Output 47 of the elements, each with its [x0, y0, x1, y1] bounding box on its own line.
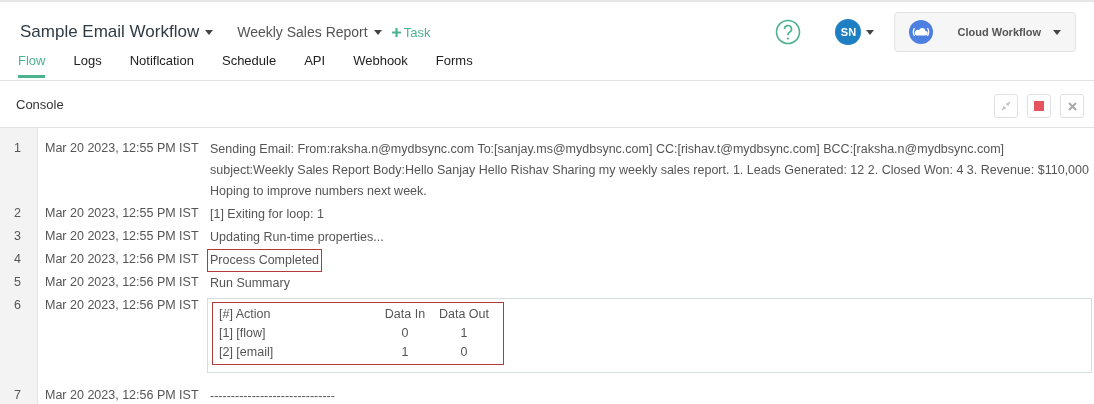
table-cell-text: [1] [flow] [219, 325, 267, 342]
collapse-icon [1001, 101, 1011, 111]
column-header: [#] Action [219, 306, 272, 323]
log-message: Updating Run-time properties... [209, 229, 385, 246]
tab[interactable]: Webhook [353, 53, 408, 78]
line-number: 3 [13, 228, 22, 245]
table-cell-text: 1 [400, 344, 410, 361]
console-title: Console [16, 96, 64, 112]
column-header: Data In [383, 306, 427, 323]
log-message: [1] Exiting for loop: 1 [209, 206, 325, 223]
line-number: 4 [13, 251, 22, 268]
close-button[interactable] [1060, 94, 1084, 118]
log-message: Sending Email: From:raksha.n@mydbsync.com To:[sanjay.ms@mydbsync.com] CC:[rishav.t@mydbsync.com] BCC:[raksha.n@mydbsync.com] subject:Weekly Sales Report Body:Hello Sanjay Hello Rishav Sharing my weekly sales report. 1. Leads Generated: 12 2. Closed Won: 4 3. Revenue: $110,000 Hoping to improve numbers next week. [209, 141, 1090, 200]
tab[interactable]: Logs [73, 53, 102, 78]
tab[interactable]: API [304, 53, 326, 78]
plus-icon [391, 27, 401, 37]
log-time: Mar 20 2023, 12:55 PM IST [45, 205, 200, 222]
close-icon [1067, 101, 1077, 111]
process-dropdown[interactable]: Weekly Sales Report [237, 24, 382, 40]
line-number: 1 [13, 140, 22, 157]
table-cell-text: 1 [459, 325, 469, 342]
tab[interactable]: Schedule [221, 53, 277, 78]
table-cell-text: 0 [400, 325, 410, 342]
log-time: Mar 20 2023, 12:55 PM IST [45, 140, 200, 157]
line-number: 2 [13, 205, 22, 222]
line-number: 7 [13, 387, 22, 404]
line-number: 5 [13, 274, 22, 291]
log-time: Mar 20 2023, 12:56 PM IST [45, 387, 200, 404]
cloud-logo-icon [909, 20, 934, 44]
log-time: Mar 20 2023, 12:55 PM IST [45, 228, 200, 245]
collapse-button[interactable] [994, 94, 1018, 118]
account-dropdown[interactable]: Cloud Workflow [894, 12, 1076, 52]
log-message: Process Completed [207, 249, 323, 272]
log-time: Mar 20 2023, 12:56 PM IST [45, 297, 200, 314]
table-cell-text: 0 [459, 344, 469, 361]
column-header: Data Out [438, 306, 490, 323]
tab[interactable]: Forms [435, 53, 473, 78]
help-icon[interactable] [775, 19, 802, 45]
line-number: 6 [13, 297, 22, 314]
tab[interactable]: Notiflcation [129, 53, 194, 78]
log-message: ------------------------------ [209, 388, 336, 404]
table-cell-text: [2] [email] [219, 344, 275, 361]
log-time: Mar 20 2023, 12:56 PM IST [45, 251, 200, 268]
log-message: Run Summary [209, 275, 291, 292]
workflow-dropdown[interactable]: Sample Email Workflow [20, 22, 214, 42]
stop-button[interactable] [1027, 94, 1051, 118]
log-time: Mar 20 2023, 12:56 PM IST [45, 274, 200, 291]
